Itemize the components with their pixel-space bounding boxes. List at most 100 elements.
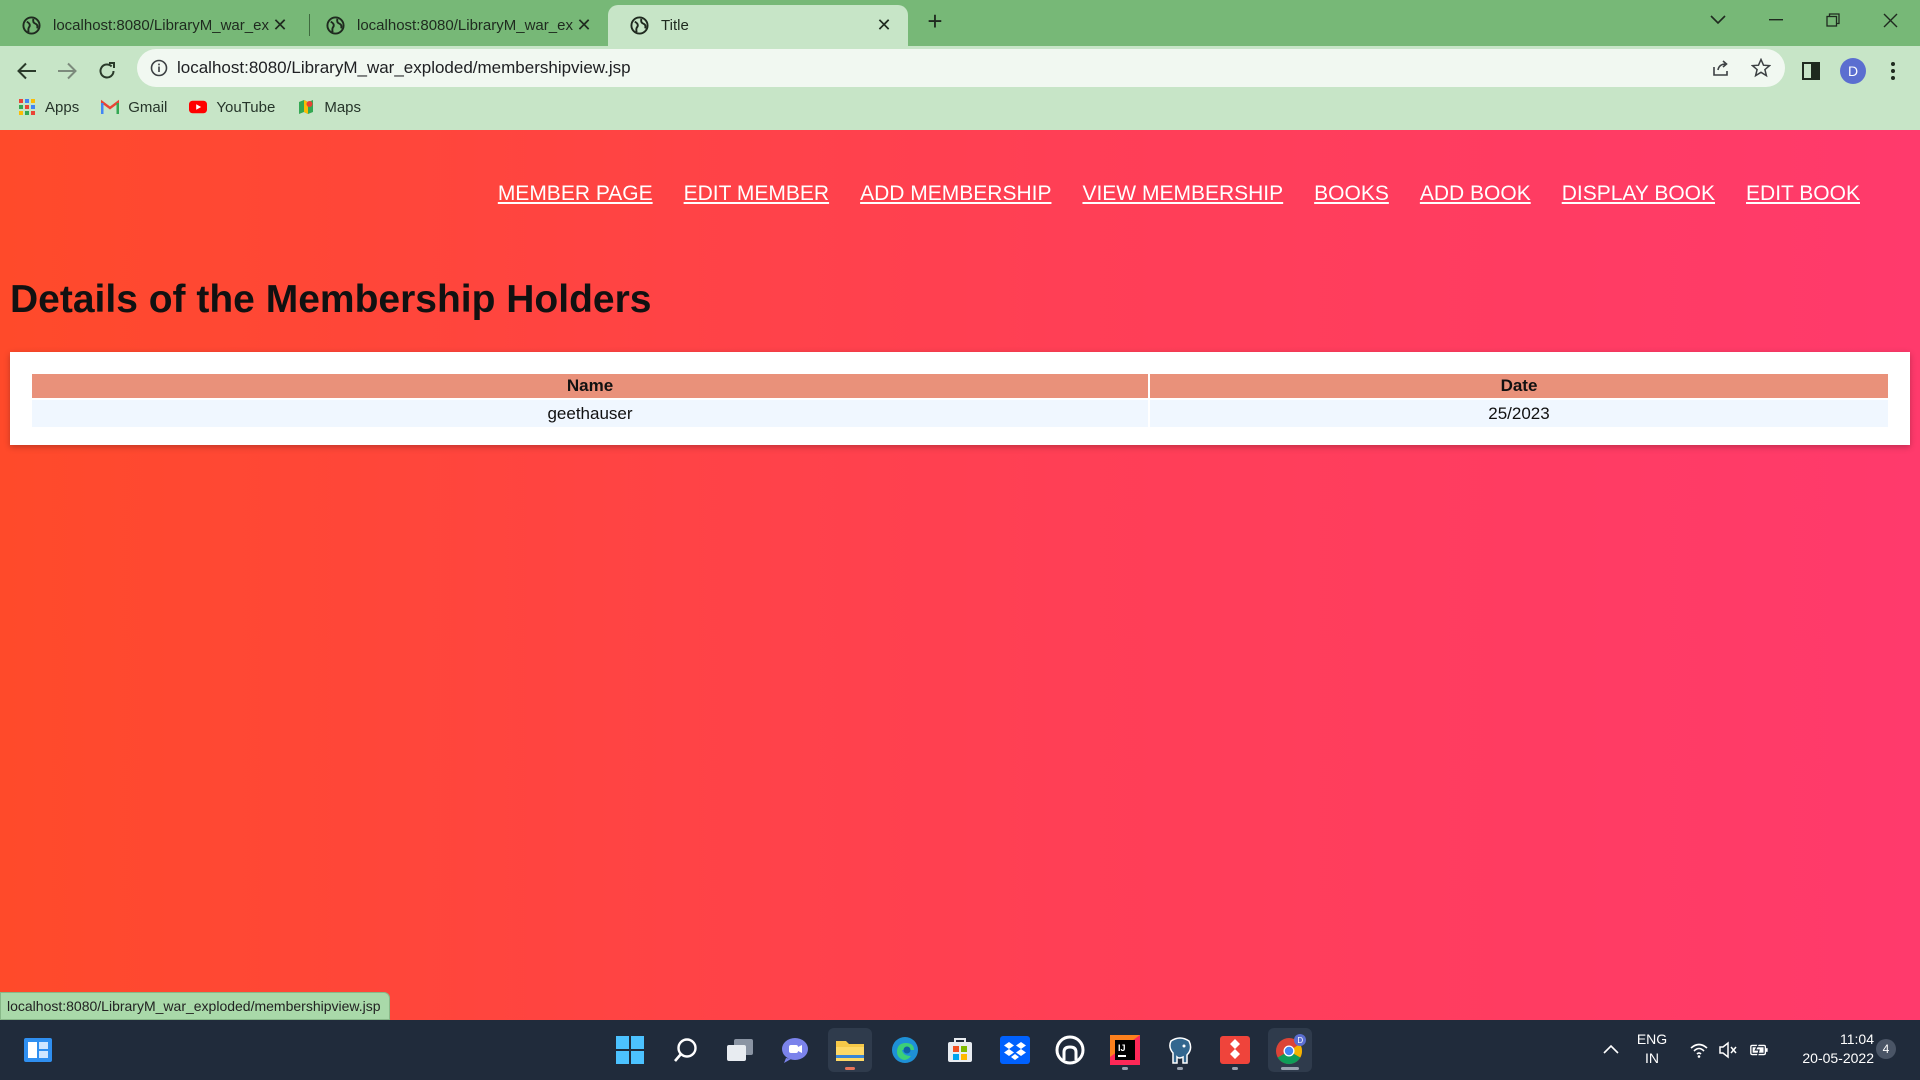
- bookmark-gmail[interactable]: Gmail: [101, 98, 167, 116]
- reload-icon: [99, 62, 115, 79]
- column-header-date: Date: [1150, 374, 1888, 398]
- svg-text:IJ: IJ: [1118, 1043, 1126, 1053]
- nav-edit-member[interactable]: EDIT MEMBER: [684, 182, 829, 206]
- reload-button[interactable]: [90, 54, 124, 88]
- tab-strip: localhost:8080/LibraryM_war_exploded/mem…: [0, 0, 1920, 46]
- back-button[interactable]: [10, 54, 44, 88]
- nav-add-membership[interactable]: ADD MEMBERSHIP: [860, 182, 1051, 206]
- running-indicator: [1122, 1067, 1128, 1070]
- dropbox-button[interactable]: [993, 1028, 1037, 1072]
- new-tab-button[interactable]: +: [920, 7, 950, 37]
- file-explorer-button[interactable]: [828, 1028, 872, 1072]
- profile-button[interactable]: D: [1836, 54, 1870, 88]
- chrome-icon: D: [1276, 1034, 1306, 1065]
- tab-title: localhost:8080/LibraryM_war_exploded/mem…: [357, 17, 574, 34]
- youtube-icon: [189, 100, 208, 114]
- column-header-name: Name: [32, 374, 1148, 398]
- clock[interactable]: 11:04 20-05-2022: [1782, 1030, 1874, 1068]
- bookmark-label: Maps: [324, 98, 362, 116]
- postgres-button[interactable]: [1158, 1028, 1202, 1072]
- forward-button[interactable]: [50, 54, 84, 88]
- side-panel-icon: [1802, 62, 1820, 80]
- url-text[interactable]: localhost:8080/LibraryM_war_exploded/mem…: [177, 58, 631, 78]
- info-icon[interactable]: [150, 59, 168, 77]
- language-text: ENG: [1636, 1031, 1668, 1047]
- bookmark-label: YouTube: [216, 98, 276, 116]
- tab-title: localhost:8080/LibraryM_war_exploded/mem…: [53, 17, 270, 34]
- windows-logo-icon: [616, 1036, 644, 1064]
- kebab-menu-icon: [1891, 62, 1895, 80]
- widgets-button[interactable]: [16, 1028, 60, 1072]
- notification-badge[interactable]: 4: [1876, 1039, 1896, 1059]
- cell-name: geethauser: [32, 400, 1148, 427]
- restore-button[interactable]: [1805, 0, 1861, 40]
- edge-icon: [892, 1037, 918, 1063]
- browser-toolbar: localhost:8080/LibraryM_war_exploded/mem…: [0, 46, 1920, 130]
- nav-member-page[interactable]: MEMBER PAGE: [498, 182, 653, 206]
- task-view-icon: [727, 1039, 753, 1061]
- running-indicator: [1177, 1067, 1183, 1070]
- tab-search-button[interactable]: [1690, 0, 1746, 40]
- address-bar[interactable]: localhost:8080/LibraryM_war_exploded/mem…: [137, 49, 1785, 87]
- web-page: MEMBER PAGE EDIT MEMBER ADD MEMBERSHIP V…: [0, 130, 1920, 1020]
- store-button[interactable]: [938, 1028, 982, 1072]
- globe-icon: [326, 16, 345, 35]
- windows-taskbar: IJ D ENG IN 11:04 20-05-2022 4: [0, 1020, 1920, 1080]
- teams-chat-button[interactable]: [773, 1028, 817, 1072]
- widgets-icon: [24, 1038, 52, 1062]
- close-icon[interactable]: ✕: [574, 15, 594, 36]
- clock-date: 20-05-2022: [1802, 1050, 1874, 1066]
- tab-memberedit[interactable]: localhost:8080/LibraryM_war_exploded/mem…: [304, 5, 608, 46]
- chevron-up-icon[interactable]: [1601, 1040, 1621, 1060]
- minimize-button[interactable]: [1748, 0, 1804, 40]
- speaker-muted-icon[interactable]: [1718, 1040, 1738, 1060]
- table-card: Name Date geethauser 25/2023: [10, 352, 1910, 445]
- close-window-button[interactable]: [1862, 0, 1918, 40]
- maps-icon: [299, 100, 314, 114]
- edge-button[interactable]: [883, 1028, 927, 1072]
- store-icon: [948, 1038, 972, 1062]
- anydesk-button[interactable]: [1213, 1028, 1257, 1072]
- membership-table: Name Date geethauser 25/2023: [30, 372, 1890, 429]
- bookmark-label: Gmail: [128, 98, 168, 116]
- bookmark-star-icon[interactable]: [1751, 58, 1771, 78]
- region-text: IN: [1645, 1050, 1659, 1066]
- page-title: Details of the Membership Holders: [10, 278, 652, 321]
- nav-edit-book[interactable]: EDIT BOOK: [1746, 182, 1860, 206]
- nav-books[interactable]: BOOKS: [1314, 182, 1389, 206]
- chrome-button[interactable]: D: [1268, 1028, 1312, 1072]
- share-icon[interactable]: [1711, 58, 1731, 78]
- close-icon[interactable]: ✕: [270, 15, 290, 36]
- wifi-icon[interactable]: [1689, 1040, 1709, 1060]
- bookmarks-bar: Apps Gmail YouTube Maps: [0, 88, 383, 126]
- running-indicator: [845, 1067, 855, 1070]
- taskbar-search-button[interactable]: [664, 1028, 708, 1072]
- arrow-right-icon: [58, 62, 77, 80]
- gmail-icon: [101, 99, 120, 114]
- chevron-down-icon: [1710, 15, 1726, 25]
- side-panel-button[interactable]: [1794, 54, 1828, 88]
- top-navigation: MEMBER PAGE EDIT MEMBER ADD MEMBERSHIP V…: [467, 182, 1860, 206]
- bookmark-label: Apps: [45, 98, 80, 116]
- start-button[interactable]: [608, 1028, 652, 1072]
- nav-view-membership[interactable]: VIEW MEMBERSHIP: [1082, 182, 1283, 206]
- github-button[interactable]: [1048, 1028, 1092, 1072]
- intellij-icon: IJ: [1110, 1035, 1140, 1065]
- tab-active[interactable]: Title ✕: [608, 5, 908, 46]
- bookmark-youtube[interactable]: YouTube: [189, 98, 275, 116]
- running-indicator: [1232, 1067, 1238, 1070]
- minimize-icon: [1769, 19, 1783, 21]
- nav-add-book[interactable]: ADD BOOK: [1420, 182, 1531, 206]
- close-icon: [1883, 13, 1897, 27]
- close-icon[interactable]: ✕: [874, 15, 894, 36]
- bookmark-apps[interactable]: Apps: [18, 98, 79, 116]
- tab-memberview[interactable]: localhost:8080/LibraryM_war_exploded/mem…: [0, 5, 304, 46]
- battery-charging-icon[interactable]: [1749, 1040, 1769, 1060]
- menu-button[interactable]: [1876, 54, 1910, 88]
- intellij-button[interactable]: IJ: [1103, 1028, 1147, 1072]
- input-language-indicator[interactable]: ENG IN: [1632, 1030, 1672, 1068]
- status-bar-url: localhost:8080/LibraryM_war_exploded/mem…: [0, 992, 390, 1020]
- task-view-button[interactable]: [718, 1028, 762, 1072]
- nav-display-book[interactable]: DISPLAY BOOK: [1562, 182, 1715, 206]
- bookmark-maps[interactable]: Maps: [297, 98, 361, 116]
